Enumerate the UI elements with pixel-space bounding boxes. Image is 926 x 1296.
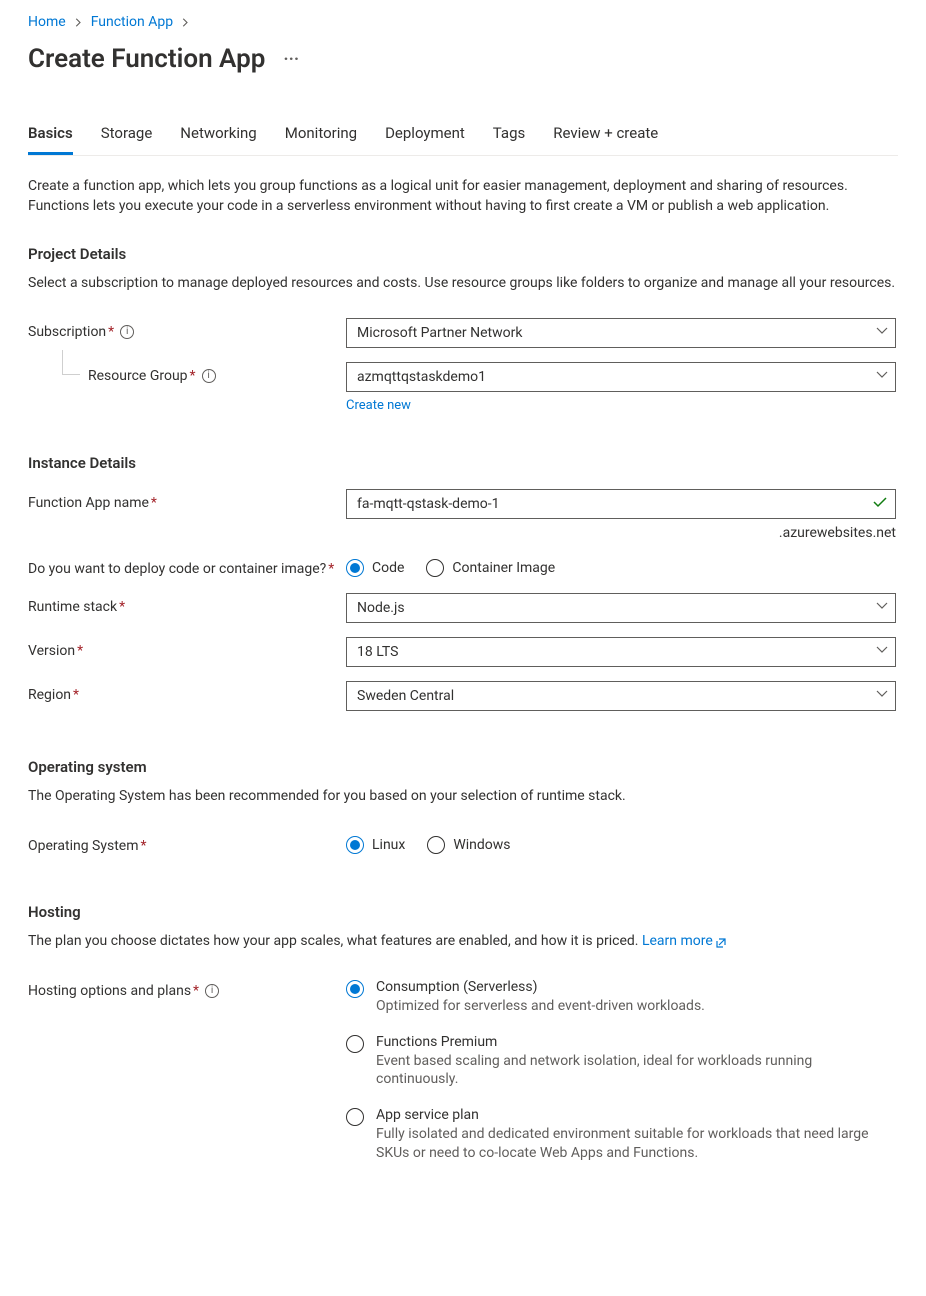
runtime-stack-input[interactable] [346, 593, 896, 623]
radio-icon [346, 1035, 364, 1053]
section-desc-hosting: The plan you choose dictates how your ap… [28, 931, 898, 951]
breadcrumb: Home Function App [28, 14, 898, 30]
tab-monitoring[interactable]: Monitoring [285, 124, 357, 155]
radio-container-label: Container Image [452, 560, 555, 576]
radio-plan-consumption[interactable]: Consumption (Serverless) Optimized for s… [346, 979, 896, 1016]
region-select[interactable] [346, 681, 896, 711]
radio-plan-premium[interactable]: Functions Premium Event based scaling an… [346, 1034, 896, 1090]
label-deploy-type: Do you want to deploy code or container … [28, 561, 326, 577]
tabs: Basics Storage Networking Monitoring Dep… [28, 124, 898, 156]
tab-basics[interactable]: Basics [28, 124, 73, 155]
radio-windows-label: Windows [453, 837, 510, 853]
radio-icon [346, 836, 364, 854]
radio-container[interactable]: Container Image [426, 559, 555, 577]
breadcrumb-home[interactable]: Home [28, 14, 66, 30]
label-runtime-stack: Runtime stack [28, 599, 117, 615]
tab-tags[interactable]: Tags [493, 124, 525, 155]
page-title: Create Function App ··· [28, 44, 898, 74]
radio-icon [427, 836, 445, 854]
label-version: Version [28, 643, 75, 659]
section-title-instance: Instance Details [28, 454, 898, 472]
plan-desc: Fully isolated and dedicated environment… [376, 1125, 896, 1163]
label-region: Region [28, 687, 71, 703]
section-title-hosting: Hosting [28, 903, 898, 921]
external-link-icon [715, 937, 727, 949]
subscription-input[interactable] [346, 318, 896, 348]
resource-group-select[interactable] [346, 362, 896, 392]
function-app-name-input[interactable] [346, 489, 896, 519]
section-title-project: Project Details [28, 245, 898, 263]
radio-icon [346, 1108, 364, 1126]
radio-code-label: Code [372, 560, 404, 576]
intro-text: Create a function app, which lets you gr… [28, 176, 898, 217]
info-icon[interactable]: i [205, 984, 219, 998]
tab-deployment[interactable]: Deployment [385, 124, 465, 155]
info-icon[interactable]: i [120, 325, 134, 339]
plan-title: Functions Premium [376, 1034, 896, 1050]
tab-review-create[interactable]: Review + create [553, 124, 658, 155]
section-desc-project: Select a subscription to manage deployed… [28, 273, 898, 293]
label-function-app-name: Function App name [28, 495, 149, 511]
domain-suffix: .azurewebsites.net [346, 525, 896, 541]
region-input[interactable] [346, 681, 896, 711]
radio-icon [346, 980, 364, 998]
plan-desc: Event based scaling and network isolatio… [376, 1052, 896, 1090]
plan-desc: Optimized for serverless and event-drive… [376, 997, 705, 1016]
subscription-select[interactable] [346, 318, 896, 348]
radio-linux[interactable]: Linux [346, 836, 405, 854]
version-select[interactable] [346, 637, 896, 667]
chevron-right-icon [74, 18, 83, 27]
label-hosting-plan: Hosting options and plans [28, 983, 191, 999]
plan-title: App service plan [376, 1107, 896, 1123]
info-icon[interactable]: i [202, 369, 216, 383]
label-operating-system: Operating System [28, 838, 139, 854]
create-new-link[interactable]: Create new [346, 398, 411, 413]
breadcrumb-function-app[interactable]: Function App [91, 14, 173, 30]
radio-icon [346, 559, 364, 577]
radio-linux-label: Linux [372, 837, 405, 853]
label-subscription: Subscription [28, 324, 106, 340]
label-resource-group: Resource Group [88, 368, 188, 384]
section-desc-os: The Operating System has been recommende… [28, 786, 898, 806]
radio-icon [426, 559, 444, 577]
chevron-right-icon [181, 18, 190, 27]
plan-title: Consumption (Serverless) [376, 979, 705, 995]
tab-storage[interactable]: Storage [101, 124, 153, 155]
radio-windows[interactable]: Windows [427, 836, 510, 854]
learn-more-link[interactable]: Learn more [642, 933, 727, 949]
function-app-name-input-wrap [346, 489, 896, 519]
more-icon[interactable]: ··· [283, 49, 299, 70]
tab-networking[interactable]: Networking [180, 124, 256, 155]
runtime-stack-select[interactable] [346, 593, 896, 623]
section-title-os: Operating system [28, 758, 898, 776]
radio-plan-app-service[interactable]: App service plan Fully isolated and dedi… [346, 1107, 896, 1163]
resource-group-input[interactable] [346, 362, 896, 392]
radio-code[interactable]: Code [346, 559, 404, 577]
version-input[interactable] [346, 637, 896, 667]
